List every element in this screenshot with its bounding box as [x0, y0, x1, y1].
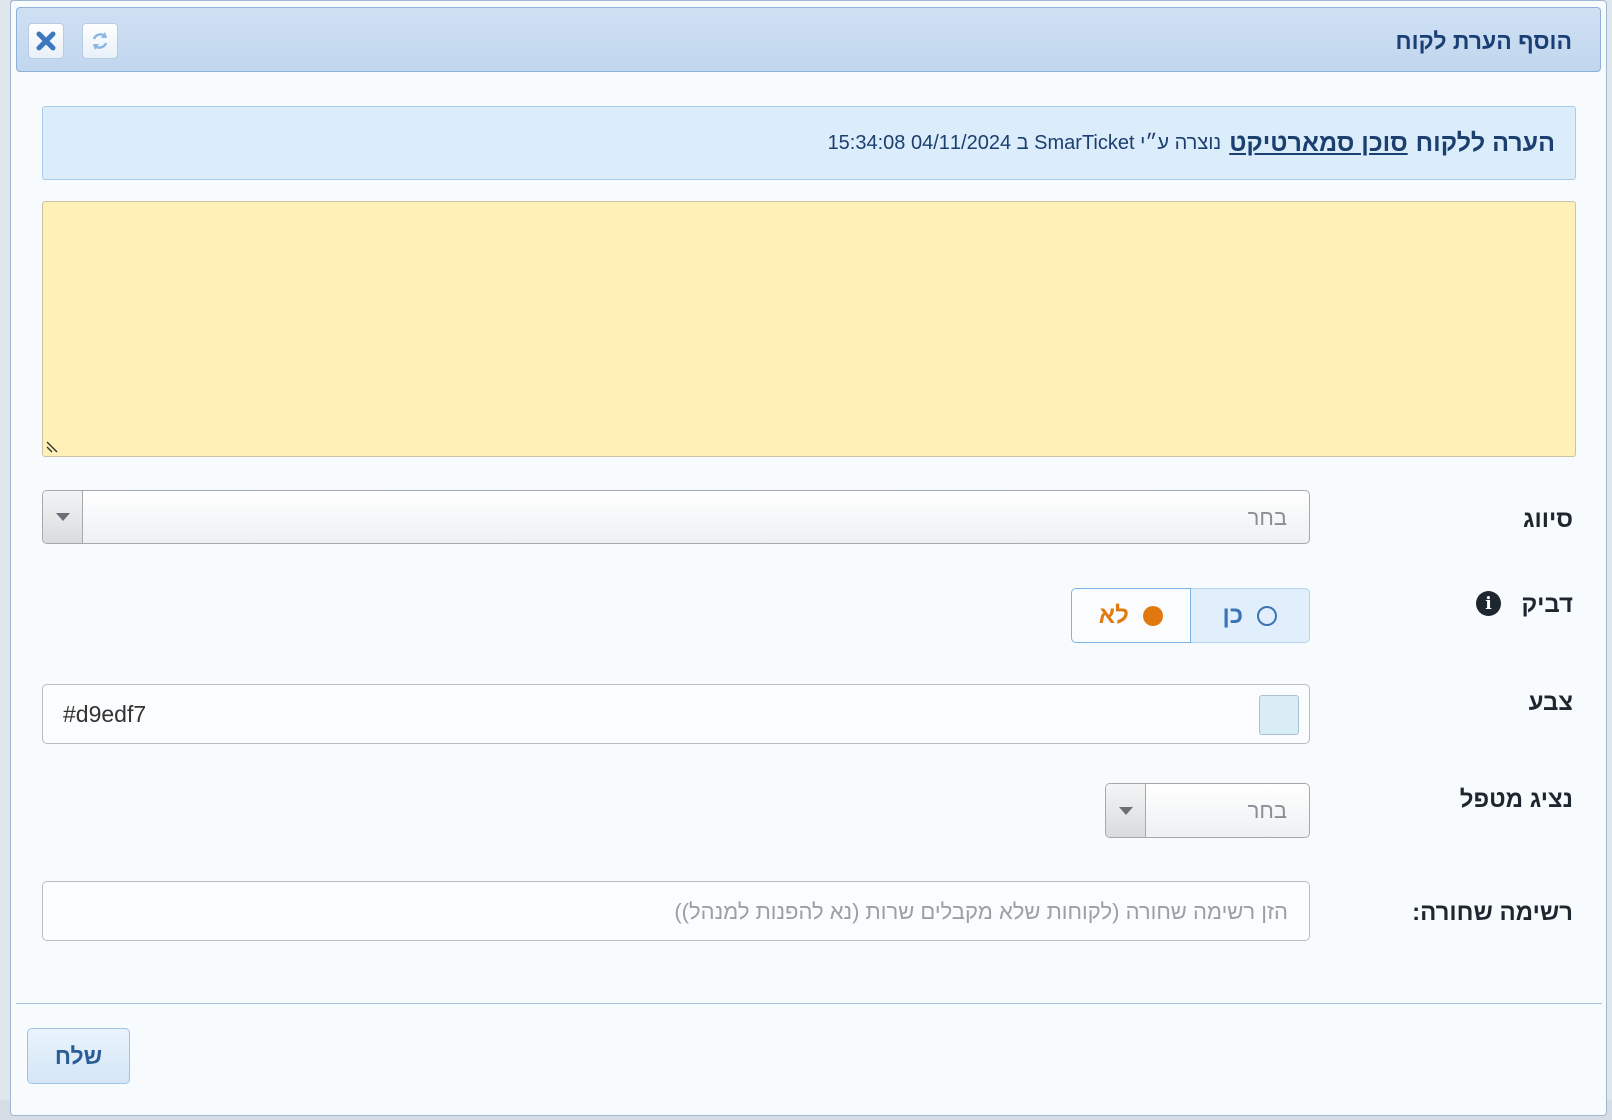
- note-created-meta: נוצרה ע״י SmarTicket ב 04/11/2024 15:34:…: [827, 131, 1222, 154]
- note-textarea[interactable]: [42, 201, 1576, 457]
- dialog-title: הוסף הערת לקוח: [1395, 28, 1572, 54]
- agent-label: נציג מטפל: [1459, 786, 1573, 813]
- tag-label: סיווג: [1523, 506, 1573, 533]
- footer-divider: [16, 1003, 1602, 1004]
- tag-select-toggle[interactable]: [43, 491, 83, 543]
- sticky-option-yes-label: כן: [1222, 601, 1244, 629]
- blacklist-input[interactable]: הזן רשימה שחורה (לקוחות שלא מקבלים שרות …: [42, 881, 1310, 941]
- tag-select-value: בחר: [1247, 505, 1287, 530]
- add-customer-note-dialog: הוסף הערת לקוח הערה ללקוח סוכן סמארטיקט …: [10, 0, 1607, 1116]
- sticky-option-no-label: לא: [1098, 601, 1129, 629]
- note-info-banner: הערה ללקוח סוכן סמארטיקט נוצרה ע״י SmarT…: [42, 106, 1576, 180]
- blacklist-placeholder: הזן רשימה שחורה (לקוחות שלא מקבלים שרות …: [674, 899, 1288, 924]
- color-field[interactable]: #d9edf7: [42, 684, 1310, 744]
- resize-grip-icon[interactable]: [46, 439, 60, 453]
- dialog-titlebar: הוסף הערת לקוח: [16, 7, 1601, 72]
- note-info-prefix: הערה ללקוח: [1415, 128, 1555, 157]
- chevron-down-icon: [55, 513, 70, 521]
- refresh-icon: [92, 32, 108, 50]
- agent-select-value: בחר: [1247, 798, 1287, 823]
- refresh-button[interactable]: [82, 23, 118, 59]
- sticky-toggle: לא כן: [1071, 588, 1310, 643]
- color-label: צבע: [1528, 689, 1573, 716]
- blacklist-label: רשימה שחורה:: [1412, 899, 1573, 926]
- agent-select-toggle[interactable]: [1106, 784, 1146, 837]
- chevron-down-icon: [1118, 806, 1133, 815]
- sticky-option-no[interactable]: לא: [1071, 588, 1191, 643]
- send-button[interactable]: שלח: [27, 1028, 130, 1084]
- info-icon[interactable]: i: [1476, 591, 1501, 616]
- radio-selected-icon: [1142, 605, 1163, 626]
- agent-select[interactable]: בחר: [1105, 783, 1310, 838]
- close-icon: [36, 31, 56, 51]
- background-page: [0, 0, 10, 1120]
- tag-select[interactable]: בחר: [42, 490, 1310, 544]
- color-field-value: #d9edf7: [63, 701, 147, 727]
- radio-unselected-icon: [1257, 605, 1278, 626]
- customer-link[interactable]: סוכן סמארטיקט: [1229, 129, 1407, 158]
- sticky-option-yes[interactable]: כן: [1190, 588, 1310, 643]
- close-button[interactable]: [28, 23, 64, 59]
- sticky-label: דביק: [1521, 591, 1573, 618]
- color-swatch[interactable]: [1259, 695, 1299, 735]
